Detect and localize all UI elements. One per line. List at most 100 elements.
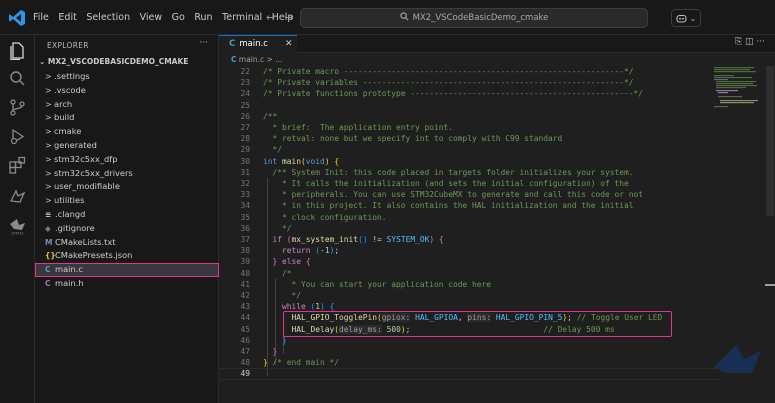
code-line: 27 * brief: The application entry point. [219, 122, 719, 133]
tree-folder[interactable]: > generated [35, 139, 219, 153]
copilot-button[interactable]: ⌄ [671, 9, 701, 27]
code-token: /** System Init: this code placed in tar… [263, 167, 634, 177]
more-actions-icon[interactable]: ··· [199, 38, 208, 48]
minimap[interactable] [712, 66, 762, 126]
code-line: 32 * It calls the initialization (and se… [219, 178, 719, 189]
tree-folder[interactable]: > utilities [35, 194, 219, 208]
search-text: MX2_VSCodeBasicDemo_cmake [412, 13, 549, 23]
menu-view[interactable]: View [140, 12, 163, 23]
project-folder[interactable]: ⌄ MX2_VSCODEBASICDEMO_CMAKE [39, 57, 188, 66]
code-token: } [272, 347, 278, 356]
code-line: 30 int main(void) { [219, 156, 719, 167]
vertical-scrollbar[interactable] [765, 66, 775, 403]
tree-file[interactable]: ≡ .clangd [35, 208, 219, 222]
code-token: main [282, 156, 302, 166]
code-token: /** [263, 111, 278, 121]
code-token: } [282, 335, 287, 345]
chevron-right-icon: > [45, 72, 52, 81]
tree-item-label: .settings [54, 71, 90, 81]
tree-file[interactable]: Cmain.h [35, 277, 219, 291]
menu-go[interactable]: Go [172, 12, 185, 23]
line-number: 24 [240, 89, 250, 99]
tree-folder[interactable]: > .settings [35, 70, 219, 84]
menu-run[interactable]: Run [194, 12, 212, 23]
menu-terminal[interactable]: Terminal [222, 12, 262, 23]
code-token: /* end main */ [272, 358, 340, 368]
line-number: 41 [240, 279, 250, 289]
code-line: 48} /* end main */ [219, 357, 719, 368]
remote-explorer-icon[interactable] [8, 187, 27, 206]
code-line: 26 /** [219, 111, 719, 122]
source-control-icon[interactable] [8, 98, 27, 117]
code-text: * peripherals. You can use STM32CubeMX t… [263, 189, 643, 200]
tree-folder[interactable]: > cmake [35, 125, 219, 139]
explorer-sidebar: EXPLORER ··· ⌄ MX2_VSCODEBASICDEMO_CMAKE… [35, 35, 219, 403]
editor-actions[interactable]: ⎘ ◫ ··· [735, 37, 765, 47]
explorer-icon[interactable] [8, 41, 27, 60]
code-token: * peripherals. You can use STM32CubeMX t… [263, 190, 644, 200]
stm32-icon[interactable]: STM32 [8, 216, 27, 235]
code-text: */ [263, 223, 292, 234]
tree-folder[interactable]: > stm32c5xx_dfp [35, 153, 219, 167]
line-number: 32 [240, 179, 250, 188]
menu-edit[interactable]: Edit [58, 12, 76, 23]
menu-selection[interactable]: Selection [86, 12, 130, 23]
tree-file[interactable]: Cmain.c [35, 263, 219, 277]
tree-file[interactable]: M CMakeLists.txt [35, 236, 219, 250]
tree-folder[interactable]: > build [35, 111, 219, 125]
breadcrumb[interactable]: C main.c > ... [219, 54, 775, 66]
chevron-right-icon: > [45, 182, 52, 192]
code-token: /* Private macro -----------------------… [263, 67, 634, 76]
code-text: /* Private macro -----------------------… [263, 66, 634, 77]
line-number: 49 [240, 369, 250, 379]
nav-arrows: ←→ [266, 11, 302, 24]
code-line: 23 /* Private variables -----------------… [219, 77, 719, 88]
tree-folder[interactable]: > user_modifiable [35, 180, 219, 194]
tab-main-c[interactable]: Cmain.c ✕ [219, 35, 297, 54]
run-debug-icon[interactable] [8, 127, 27, 146]
tree-item-label: utilities [54, 195, 85, 206]
code-text: /* [263, 268, 292, 279]
search-icon [399, 12, 409, 21]
explorer-header: EXPLORER [47, 41, 89, 50]
line-number: 27 [240, 123, 250, 132]
tree-file[interactable]: ◆ .gitignore [35, 222, 219, 236]
code-token: if [272, 235, 287, 244]
file-type-icon: M [45, 237, 53, 247]
code-token: ; [334, 246, 340, 256]
command-center-search[interactable]: MX2_VSCodeBasicDemo_cmake [300, 8, 648, 28]
code-editor[interactable]: 22 /* Private macro ---------------------… [219, 66, 775, 403]
menu-file[interactable]: File [33, 12, 49, 23]
code-line: 39 } else { [219, 256, 719, 267]
highlight-box [283, 311, 672, 337]
code-token: /* Private functions prototype ---------… [263, 89, 644, 99]
back-arrow-icon[interactable]: ← [266, 11, 284, 24]
search-icon[interactable] [8, 69, 27, 88]
activity-bar: STM32 [0, 35, 35, 403]
code-token: * It calls the initialization (and sets … [263, 179, 629, 188]
tree-item-label: build [54, 112, 75, 123]
code-token: * clock configuration. [263, 212, 387, 222]
tree-folder[interactable]: > .vscode [35, 84, 219, 98]
code-token: { [329, 302, 335, 312]
line-number: 47 [240, 347, 250, 356]
code-text: * retval: none but we specify int to com… [263, 133, 563, 144]
title-bar: File Edit Selection View Go Run Terminal… [0, 0, 775, 35]
code-line: 22 /* Private macro ---------------------… [219, 66, 719, 77]
line-number: 22 [240, 67, 250, 76]
code-token: */ [263, 291, 302, 300]
line-number: 40 [240, 268, 250, 278]
code-text: */ [263, 144, 283, 155]
code-text: /** System Init: this code placed in tar… [263, 167, 634, 178]
menu-bar: File Edit Selection View Go Run Terminal… [33, 0, 303, 35]
code-token: != [367, 235, 387, 244]
tree-folder[interactable]: > arch [35, 98, 219, 112]
extensions-icon[interactable] [8, 156, 27, 175]
code-token: while [282, 302, 311, 312]
tree-folder[interactable]: > stm32c5xx_drivers [35, 167, 219, 181]
editor-tabs: Cmain.c ✕ ⎘ ◫ ··· [219, 35, 775, 54]
tree-file[interactable]: {}CMakePresets.json [35, 249, 219, 263]
close-icon[interactable]: ✕ [285, 36, 293, 53]
line-number: 23 [240, 78, 250, 88]
tree-item-label: arch [54, 98, 73, 109]
